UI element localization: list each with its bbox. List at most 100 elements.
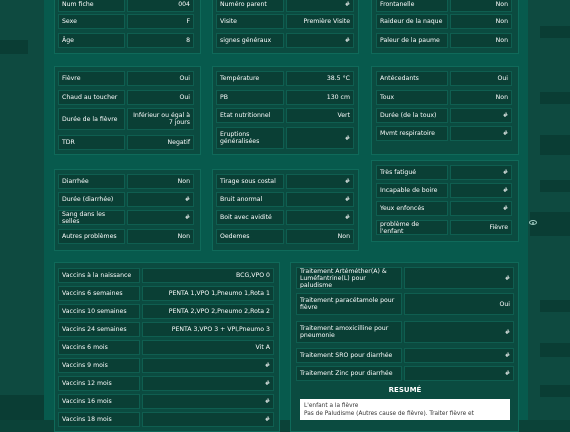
field-toux: Toux Non bbox=[376, 90, 512, 105]
field-label: Âge bbox=[58, 33, 125, 48]
field-label: Boit avec avidité bbox=[216, 210, 284, 225]
field-raideur-nuque: Raideur de la naque Non bbox=[376, 14, 512, 29]
field-fievre: Fièvre Oui bbox=[58, 71, 194, 86]
field-value: Non bbox=[450, 90, 512, 105]
field-value: # bbox=[450, 201, 512, 216]
field-value: PENTA 3,VPO 3 + VPI,Pneumo 3 bbox=[142, 322, 274, 337]
field-value: Non bbox=[450, 14, 512, 29]
field-value: PENTA 1,VPO 1,Pneumo 1,Rota 1 bbox=[142, 286, 274, 301]
field-age: Âge 8 bbox=[58, 33, 194, 48]
field-duree-fievre: Durée de la fièvre Inférieur ou égal à 7… bbox=[58, 108, 194, 130]
field-value: # bbox=[404, 321, 514, 343]
eye-icon[interactable] bbox=[529, 220, 537, 225]
field-vaccin: Vaccins 12 mois # bbox=[58, 376, 274, 391]
background-field bbox=[0, 40, 28, 54]
field-label: Sang dans les selles bbox=[58, 210, 125, 225]
field-value: 130 cm bbox=[286, 90, 354, 105]
resume-line: Pas de Paludisme (Autres cause de fièvre… bbox=[304, 411, 474, 417]
field-value: 8 bbox=[127, 33, 194, 48]
field-value: # bbox=[142, 376, 274, 391]
field-label: Vaccins 10 semaines bbox=[58, 304, 140, 319]
field-traitement: Traitement paracétamole pour fièvre Oui bbox=[296, 293, 514, 315]
resume-title: RESUMÉ bbox=[388, 386, 422, 394]
resume-line: L'enfant a la fièvre bbox=[304, 403, 359, 409]
field-label: signes généraux bbox=[216, 33, 284, 48]
background-field bbox=[540, 385, 570, 397]
field-label: Chaud au toucher bbox=[58, 90, 125, 105]
background-field bbox=[540, 343, 570, 357]
field-value: # bbox=[286, 174, 354, 189]
field-value: # bbox=[127, 192, 194, 207]
field-pb: PB 130 cm bbox=[216, 90, 354, 105]
field-value: 004 bbox=[127, 0, 194, 12]
field-sexe: Sexe F bbox=[58, 14, 194, 29]
field-signes-generaux: signes généraux # bbox=[216, 33, 354, 48]
field-value: F bbox=[127, 14, 194, 29]
field-label: Traitement paracétamole pour fièvre bbox=[296, 293, 402, 315]
field-label: Traitement SRO pour diarrhée bbox=[296, 348, 402, 363]
background-field bbox=[540, 180, 570, 192]
field-vaccin: Vaccins à la naissance BCG,VPO 0 bbox=[58, 268, 274, 283]
field-value: # bbox=[142, 394, 274, 409]
field-value: # bbox=[450, 183, 512, 198]
field-label: Vaccins à la naissance bbox=[58, 268, 140, 283]
field-label: Fièvre bbox=[58, 71, 125, 86]
field-label: Vaccins 24 semaines bbox=[58, 322, 140, 337]
field-value: Non bbox=[127, 229, 194, 244]
field-bruit-anormal: Bruit anormal # bbox=[216, 192, 354, 207]
field-tirage: Tirage sous costal # bbox=[216, 174, 354, 189]
field-label: Très fatigué bbox=[376, 165, 448, 180]
background-field bbox=[540, 92, 570, 104]
field-visite: Visite Première Visite bbox=[216, 14, 354, 29]
field-value: # bbox=[404, 267, 514, 289]
field-label: Tirage sous costal bbox=[216, 174, 284, 189]
field-value: # bbox=[450, 165, 512, 180]
field-value: Non bbox=[450, 33, 512, 48]
field-label: PB bbox=[216, 90, 284, 105]
field-tres-fatigue: Très fatigué # bbox=[376, 165, 512, 180]
field-antecedants: Antécedants Oui bbox=[376, 71, 512, 86]
field-value: Negatif bbox=[127, 135, 194, 150]
field-value: 38.5 °C bbox=[286, 71, 354, 86]
background-left-panel bbox=[0, 0, 44, 420]
field-label: Température bbox=[216, 71, 284, 86]
field-mvmt-respiratoire: Mvmt respiratoire # bbox=[376, 126, 512, 141]
field-value: # bbox=[286, 210, 354, 225]
field-traitement: Traitement Artéméther(A) & Luméfantrine(… bbox=[296, 267, 514, 289]
field-temperature: Température 38.5 °C bbox=[216, 71, 354, 86]
field-label: Antécedants bbox=[376, 71, 448, 86]
field-label: Vaccins 9 mois bbox=[58, 358, 140, 373]
field-value: # bbox=[286, 192, 354, 207]
field-value: BCG,VPO 0 bbox=[142, 268, 274, 283]
field-vaccin: Vaccins 16 mois # bbox=[58, 394, 274, 409]
field-label: Vaccins 16 mois bbox=[58, 394, 140, 409]
field-sang-selles: Sang dans les selles # bbox=[58, 210, 194, 225]
field-label: TDR bbox=[58, 135, 125, 150]
field-duree-diarrhee: Durée (diarrhée) # bbox=[58, 192, 194, 207]
field-traitement: Traitement amoxicilline pour pneumonie # bbox=[296, 321, 514, 343]
field-vaccin: Vaccins 10 semaines PENTA 2,VPO 2,Pneumo… bbox=[58, 304, 274, 319]
field-value: PENTA 2,VPO 2,Pneumo 2,Rota 2 bbox=[142, 304, 274, 319]
field-value: # bbox=[450, 108, 512, 123]
field-value: # bbox=[404, 366, 514, 381]
field-value: Non bbox=[450, 0, 512, 12]
field-traitement: Traitement SRO pour diarrhée # bbox=[296, 348, 514, 363]
field-label: Num fiche bbox=[58, 0, 125, 12]
field-label: Incapable de boire bbox=[376, 183, 448, 198]
field-label: Paleur de la paume bbox=[376, 33, 448, 48]
field-value: # bbox=[450, 126, 512, 141]
field-value: # bbox=[404, 348, 514, 363]
field-value: Oui bbox=[404, 293, 514, 315]
field-value: # bbox=[142, 358, 274, 373]
field-label: Traitement amoxicilline pour pneumonie bbox=[296, 321, 402, 343]
resume-textbox[interactable]: L'enfant a la fièvre Pas de Paludisme (A… bbox=[300, 399, 510, 420]
field-label: Yeux enfoncés bbox=[376, 201, 448, 216]
field-traitement: Traitement Zinc pour diarrhée # bbox=[296, 366, 514, 381]
field-value: Oui bbox=[127, 71, 194, 86]
field-vaccin: Vaccins 9 mois # bbox=[58, 358, 274, 373]
field-label: Oedemes bbox=[216, 229, 284, 244]
field-yeux-enfonces: Yeux enfoncés # bbox=[376, 201, 512, 216]
field-label: Diarrhée bbox=[58, 174, 125, 189]
field-value: # bbox=[286, 0, 354, 12]
field-duree-toux: Durée (de la toux) # bbox=[376, 108, 512, 123]
